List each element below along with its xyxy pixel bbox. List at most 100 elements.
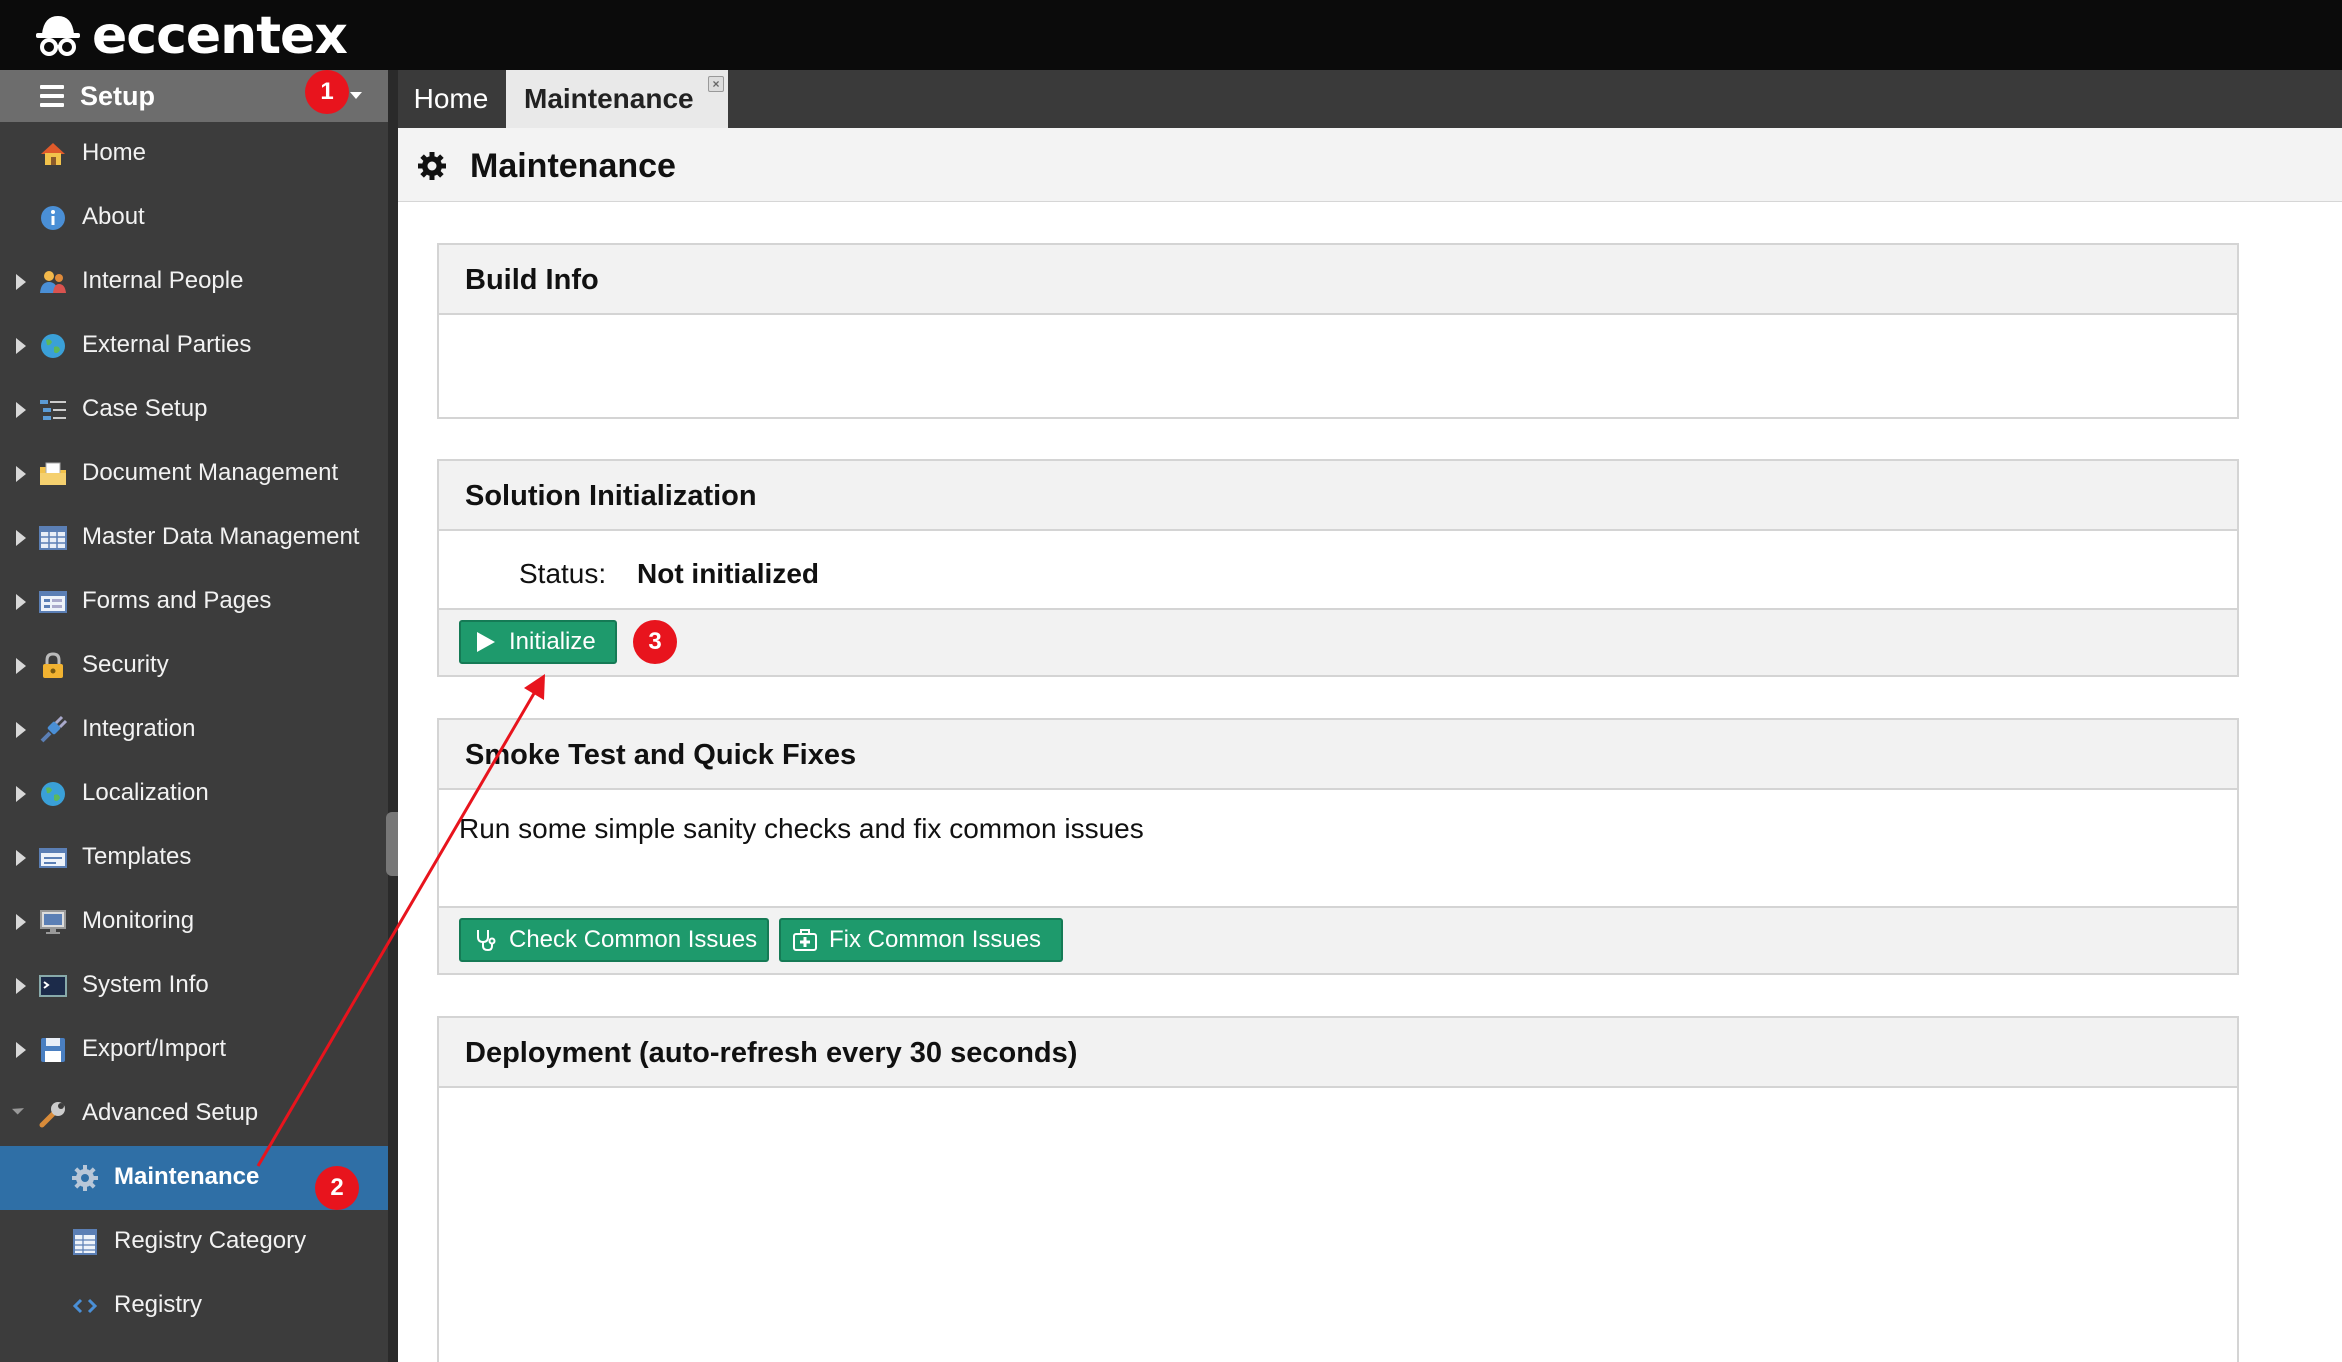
expand-arrow-icon[interactable] [16, 466, 26, 482]
expand-arrow-icon[interactable] [16, 978, 26, 994]
panel-header: Build Info [439, 245, 2237, 315]
tab-label: Home [413, 83, 489, 114]
expand-arrow-icon[interactable] [16, 722, 26, 738]
panel-title: Smoke Test and Quick Fixes [465, 739, 857, 771]
plug-icon [40, 715, 68, 743]
stethoscope-icon [477, 930, 496, 952]
medkit-icon [793, 929, 817, 951]
globe-icon [41, 782, 65, 806]
brand-name: eccentex [92, 6, 348, 66]
sidebar-item-localization[interactable]: Localization [0, 762, 388, 826]
sidebar-item-label: About [82, 203, 145, 230]
tab-label: Maintenance [524, 83, 694, 114]
sidebar-item-monitoring[interactable]: Monitoring [0, 890, 388, 954]
sidebar-item-label: External Parties [82, 331, 252, 358]
status-value: Not initialized [637, 558, 819, 589]
sidebar-item-label: Advanced Setup [82, 1099, 259, 1126]
button-label: Initialize [509, 628, 596, 655]
sidebar-header-label: Setup [80, 81, 156, 111]
terminal-icon [39, 975, 67, 997]
gear-icon [418, 152, 446, 180]
button-label: Fix Common Issues [829, 926, 1042, 953]
sidebar-item-integration[interactable]: Integration [0, 698, 388, 762]
expand-arrow-icon[interactable] [16, 1042, 26, 1058]
sidebar-item-home[interactable]: Home [0, 122, 388, 186]
panel-body: Run some simple sanity checks and fix co… [439, 790, 2237, 906]
sidebar-item-registry[interactable]: Registry [0, 1274, 388, 1338]
collapse-arrow-icon[interactable] [11, 1102, 25, 1115]
sidebar-item-system-info[interactable]: System Info [0, 954, 388, 1018]
sidebar-item-label: Maintenance [114, 1163, 260, 1190]
folder-icon [40, 462, 66, 485]
sidebar-item-label: Templates [82, 843, 192, 870]
sidebar-item-label: Internal People [82, 267, 244, 294]
sidebar-item-external-parties[interactable]: External Parties [0, 314, 388, 378]
expand-arrow-icon[interactable] [16, 914, 26, 930]
expand-arrow-icon[interactable] [16, 594, 26, 610]
grid-icon [73, 1229, 97, 1255]
sidebar-splitter[interactable] [388, 70, 398, 1362]
sidebar-item-case-setup[interactable]: Case Setup [0, 378, 388, 442]
fix-common-issues-button[interactable]: Fix Common Issues [779, 918, 1063, 962]
sidebar-item-registry-category[interactable]: Registry Category [0, 1210, 388, 1274]
tab-bar: Home Maintenance × [398, 70, 2342, 128]
sidebar-item-label: System Info [82, 971, 209, 998]
sidebar-item-about[interactable]: About [0, 186, 388, 250]
expand-arrow-icon[interactable] [16, 402, 26, 418]
gear-icon [72, 1165, 98, 1191]
play-icon [477, 632, 495, 652]
panel-title: Build Info [465, 264, 599, 296]
panel-footer: Initialize [439, 608, 2237, 675]
expand-arrow-icon[interactable] [16, 658, 26, 674]
panel-header: Solution Initialization [439, 461, 2237, 531]
build-info-panel: Build Info [437, 243, 2239, 419]
sidebar-item-forms-and-pages[interactable]: Forms and Pages [0, 570, 388, 634]
page-title: Maintenance [470, 147, 676, 185]
sidebar-item-export-import[interactable]: Export/Import [0, 1018, 388, 1082]
template-icon [39, 848, 67, 868]
expand-arrow-icon[interactable] [16, 338, 26, 354]
panel-title: Solution Initialization [465, 480, 757, 512]
panel-footer: Check Common Issues Fix Common Issues [439, 906, 2237, 973]
expand-arrow-icon[interactable] [16, 850, 26, 866]
table-icon [39, 526, 67, 550]
sidebar-item-label: Security [82, 651, 169, 678]
tab-maintenance[interactable]: Maintenance × [506, 70, 728, 128]
smoke-test-panel: Smoke Test and Quick Fixes Run some simp… [437, 718, 2239, 975]
sidebar-item-label: Integration [82, 715, 196, 742]
chevron-down-icon[interactable] [350, 92, 362, 99]
sidebar-item-master-data-management[interactable]: Master Data Management [0, 506, 388, 570]
panel-header: Deployment (auto-refresh every 30 second… [439, 1018, 2237, 1088]
sidebar-item-advanced-setup[interactable]: Advanced Setup [0, 1082, 388, 1146]
expand-arrow-icon[interactable] [16, 786, 26, 802]
info-icon [41, 206, 65, 230]
sidebar-item-templates[interactable]: Templates [0, 826, 388, 890]
sidebar-item-label: Monitoring [82, 907, 195, 934]
initialize-button[interactable]: Initialize [459, 620, 617, 664]
page-header: Maintenance [398, 128, 2342, 202]
button-label: Check Common Issues [509, 926, 758, 953]
sidebar-item-label: Forms and Pages [82, 587, 272, 614]
sidebar-item-internal-people[interactable]: Internal People [0, 250, 388, 314]
floppy-icon [41, 1038, 65, 1062]
sidebar-item-label: Localization [82, 779, 209, 806]
sidebar-item-security[interactable]: Security [0, 634, 388, 698]
case-setup-icon [40, 400, 66, 420]
sidebar-item-label: Case Setup [82, 395, 208, 422]
sidebar-collapse-handle[interactable] [386, 812, 398, 876]
brand-logo[interactable]: eccentex [32, 6, 348, 66]
check-common-issues-button[interactable]: Check Common Issues [459, 918, 769, 962]
sidebar-item-document-management[interactable]: Document Management [0, 442, 388, 506]
hamburger-icon[interactable] [40, 85, 64, 107]
monitor-icon [40, 910, 66, 934]
sidebar-item-label: Master Data Management [82, 523, 360, 550]
annotation-badge-3: 3 [633, 620, 677, 664]
sidebar-item-label: Registry Category [114, 1227, 307, 1254]
close-icon[interactable]: × [708, 76, 724, 92]
expand-arrow-icon[interactable] [16, 530, 26, 546]
tab-home[interactable]: Home [398, 70, 504, 128]
annotation-badge-1: 1 [305, 70, 349, 114]
expand-arrow-icon[interactable] [16, 274, 26, 290]
annotation-badge-2: 2 [315, 1166, 359, 1210]
solution-initialization-panel: Solution Initialization Status: Not init… [437, 459, 2239, 677]
